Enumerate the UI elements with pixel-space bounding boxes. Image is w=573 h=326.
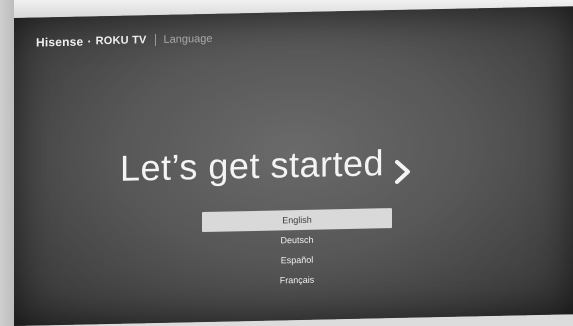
chevron-right-icon[interactable] — [394, 151, 412, 184]
section-title: Language — [163, 32, 213, 46]
tv-photo: Hisense · ROKU TV Language Let’s get sta… — [0, 0, 573, 326]
header-divider — [154, 34, 156, 47]
brand-separator: · — [87, 34, 92, 49]
brand-logo: Hisense · ROKU TV — [36, 33, 147, 49]
top-bar: Hisense · ROKU TV Language — [36, 32, 213, 50]
language-option-francais[interactable]: Français — [202, 268, 392, 292]
language-list: English Deutsch Español Français — [202, 208, 392, 292]
headline-text: Let’s get started — [120, 142, 384, 189]
brand-primary: Hisense — [36, 34, 84, 50]
photo-left-edge — [0, 0, 14, 326]
page-title: Let’s get started — [120, 142, 412, 190]
brand-secondary: ROKU TV — [95, 34, 147, 48]
tv-screen: Hisense · ROKU TV Language Let’s get sta… — [14, 6, 573, 326]
